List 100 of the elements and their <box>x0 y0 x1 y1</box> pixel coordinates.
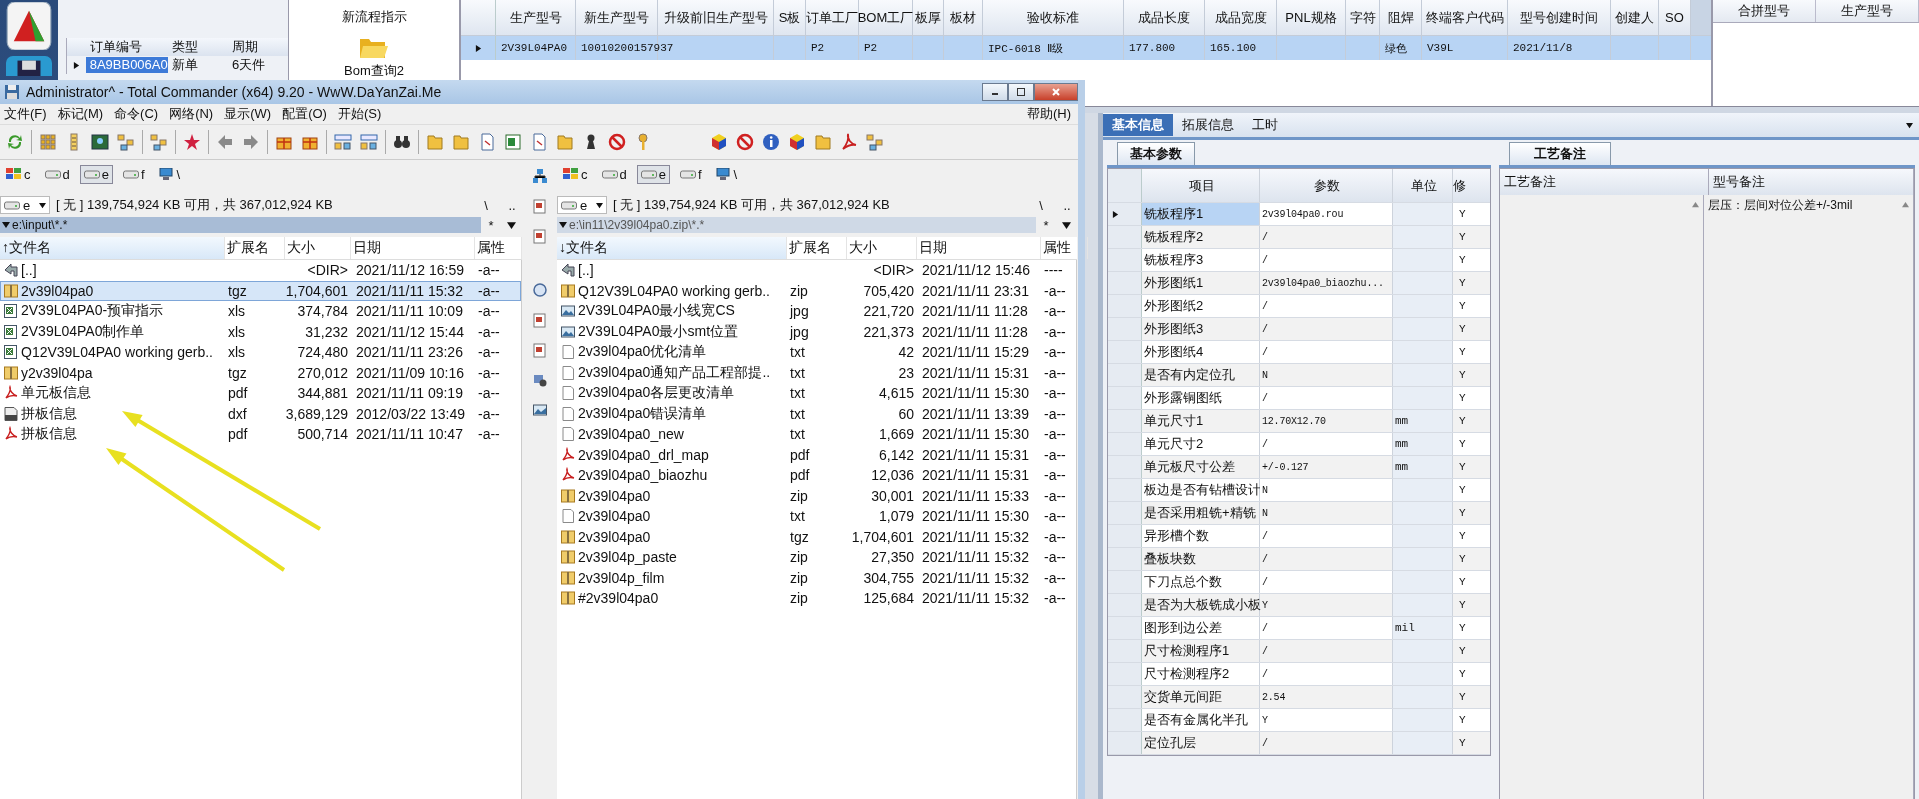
grid-row[interactable]: 2V39L04PA0 10010200157937 P2 P2 IPC-6018 Ⅱ级 177.800 165.100 绿色 V39L 2021/11/8 <box>461 35 1711 60</box>
column-header[interactable]: 参数 <box>1260 169 1393 202</box>
menu-item[interactable]: 文件(F) <box>0 105 54 123</box>
menu-item[interactable]: 网络(N) <box>165 105 221 123</box>
drive-button[interactable]: d <box>597 164 631 184</box>
parent-button[interactable]: .. <box>502 197 522 213</box>
column-header[interactable]: 工艺备注 <box>1500 169 1709 195</box>
document-icon[interactable] <box>531 228 548 244</box>
table-row[interactable]: 外形图纸2 / Y <box>1108 295 1490 318</box>
maximize-button[interactable] <box>1008 83 1034 101</box>
tab[interactable]: 工艺备注 <box>1509 142 1611 165</box>
table-row[interactable]: 板边是否有钻槽设计N Y <box>1108 479 1490 502</box>
table-row[interactable]: 铣板程序3 / Y <box>1108 249 1490 272</box>
drive-dropdown[interactable]: e <box>0 196 50 214</box>
file-row[interactable]: [..] <DIR> 2021/11/12 15:46 ---- <box>557 260 1076 281</box>
column-header[interactable]: 单位 <box>1393 169 1453 202</box>
file-row[interactable]: 2v39l04p_paste zip 27,350 2021/11/11 15:32 -a-- <box>557 547 1076 568</box>
file-row[interactable]: Q12V39L04PA0 working gerb.. xls 724,480 2021/11/11 23:26 -a-- <box>0 342 521 363</box>
drive-button[interactable]: e <box>79 164 113 184</box>
menu-item[interactable]: 标记(M) <box>53 105 111 123</box>
save-icon[interactable] <box>6 56 52 76</box>
file-row[interactable]: 拼板信息 pdf 500,714 2021/11/11 10:47 -a-- <box>0 424 521 445</box>
column-header[interactable]: ↑文件名 <box>0 237 225 259</box>
column-header[interactable]: 属性 <box>1041 237 1088 259</box>
root-button[interactable]: \ <box>1031 197 1051 213</box>
shortcut-button[interactable]: Bom查询2 <box>344 30 404 80</box>
column-header[interactable]: 类型 <box>168 39 228 55</box>
column-header[interactable]: 型号备注 <box>1709 169 1914 195</box>
table-row[interactable]: 异形槽个数 / Y <box>1108 525 1490 548</box>
file-row[interactable]: 2v39l04pa0 zip 30,001 2021/11/11 15:33 -a-- <box>557 485 1076 506</box>
table-row[interactable]: 是否为大板铣成小板Y Y <box>1108 594 1490 617</box>
tab[interactable]: 基本参数 <box>1117 142 1195 165</box>
table-row[interactable]: 外形露铜图纸 / Y <box>1108 387 1490 410</box>
minimize-button[interactable] <box>982 83 1008 101</box>
drive-button[interactable]: \ <box>711 164 742 184</box>
column-header[interactable]: 修 <box>1453 169 1489 202</box>
table-row[interactable]: 单元尺寸2 / mm Y <box>1108 433 1490 456</box>
drive-button[interactable]: f <box>675 164 706 184</box>
column-header[interactable]: ↓文件名 <box>557 237 787 259</box>
table-row[interactable]: 图形到边公差 / mil Y <box>1108 617 1490 640</box>
file-row[interactable]: 拼板信息 dxf 3,689,129 2012/03/22 13:49 -a-- <box>0 403 521 424</box>
column-header[interactable]: 日期 <box>917 237 1041 259</box>
table-row[interactable]: 是否采用粗铣+精铣 N Y <box>1108 502 1490 525</box>
file-row[interactable]: 单元板信息 pdf 344,881 2021/11/11 09:19 -a-- <box>0 383 521 404</box>
drive-button[interactable]: c <box>2 164 35 184</box>
column-header[interactable]: 大小 <box>847 237 917 259</box>
file-row[interactable]: 2v39l04pa0 txt 1,079 2021/11/11 15:30 -a-- <box>557 506 1076 527</box>
file-row[interactable]: 2v39l04pa0各层更改清单 txt 4,615 2021/11/11 15:30 -a-- <box>557 383 1076 404</box>
column-header[interactable]: 扩展名 <box>787 237 847 259</box>
file-row[interactable]: 2v39l04pa0错误清单 txt 60 2021/11/11 13:39 -a-- <box>557 403 1076 424</box>
document-icon[interactable] <box>531 342 548 358</box>
table-row[interactable]: 外形图纸1 2v39l04pa0_biaozhu... Y <box>1108 272 1490 295</box>
file-row[interactable]: 2v39l04pa0 tgz 1,704,601 2021/11/11 15:32 -a-- <box>557 526 1076 547</box>
file-row[interactable]: Q12V39L04PA0 working gerb.. zip 705,420 2021/11/11 23:31 -a-- <box>557 280 1076 301</box>
table-row[interactable]: 单元尺寸1 12.70X12.70 mm Y <box>1108 410 1490 433</box>
drive-button[interactable]: e <box>636 164 670 184</box>
table-row[interactable]: 是否有金属化半孔 Y Y <box>1108 709 1490 732</box>
column-header[interactable]: 属性 <box>475 237 522 259</box>
column-header[interactable]: 日期 <box>351 237 475 259</box>
image-icon[interactable] <box>531 402 548 418</box>
file-row[interactable]: 2v39l04pa0_biaozhu pdf 12,036 2021/11/11 15:31 -a-- <box>557 465 1076 486</box>
file-row[interactable]: 2v39l04pa0_drl_map pdf 6,142 2021/11/11 15:31 -a-- <box>557 444 1076 465</box>
drive-button[interactable]: d <box>40 164 74 184</box>
file-row[interactable]: 2V39L04PA0最小线宽CS jpg 221,720 2021/11/11 11:28 -a-- <box>557 301 1076 322</box>
tab[interactable]: 工时 <box>1243 114 1287 136</box>
table-row[interactable]: 是否有内定位孔 N Y <box>1108 364 1490 387</box>
table-row[interactable]: 外形图纸3 / Y <box>1108 318 1490 341</box>
root-button[interactable]: \ <box>476 197 496 213</box>
menu-item[interactable]: 开始(S) <box>333 105 389 123</box>
column-header[interactable]: 项目 <box>1142 169 1260 202</box>
file-row[interactable]: 2v39l04p_film zip 304,755 2021/11/11 15:32 -a-- <box>557 567 1076 588</box>
filter-button[interactable]: * <box>1036 217 1056 233</box>
column-header[interactable]: 合拼型号 <box>1713 0 1816 22</box>
drive-button[interactable]: f <box>118 164 149 184</box>
file-row[interactable]: #2v39l04pa0 zip 125,684 2021/11/11 15:32 -a-- <box>557 588 1076 609</box>
menu-item[interactable]: 命令(C) <box>110 105 166 123</box>
table-row[interactable]: 下刀点总个数 / Y <box>1108 571 1490 594</box>
file-row[interactable]: 2v39l04pa0优化清单 txt 42 2021/11/11 15:29 -a-- <box>557 342 1076 363</box>
column-header[interactable]: 大小 <box>285 237 351 259</box>
drive-button[interactable]: c <box>559 164 592 184</box>
table-row[interactable]: 尺寸检测程序2 / Y <box>1108 663 1490 686</box>
file-row[interactable]: [..] <DIR> 2021/11/12 16:59 -a-- <box>0 260 521 281</box>
tab[interactable]: 拓展信息 <box>1173 114 1243 136</box>
menu-item[interactable]: 配置(O) <box>278 105 334 123</box>
drive-dropdown[interactable]: e <box>557 196 607 214</box>
close-button[interactable] <box>1034 83 1078 101</box>
document-icon[interactable] <box>531 312 548 328</box>
parent-button[interactable]: .. <box>1057 197 1077 213</box>
selected-file-row[interactable]: 2v39l04pa0 tgz 1,704,601 2021/11/11 15:32 -a-- <box>0 280 521 301</box>
table-row[interactable]: 单元板尺寸公差 +/-0.127 mm Y <box>1108 456 1490 479</box>
file-row[interactable]: 2v39l04pa0_new txt 1,669 2021/11/11 15:30 -a-- <box>557 424 1076 445</box>
column-header[interactable]: 订单编号 <box>85 39 169 55</box>
file-row[interactable]: 2V39L04PA0-预审指示 xls 374,784 2021/11/11 10:09 -a-- <box>0 301 521 322</box>
filter-button[interactable]: * <box>481 217 501 233</box>
menu-item[interactable]: 帮助(H) <box>1022 105 1078 123</box>
file-row[interactable]: y2v39l04pa tgz 270,012 2021/11/09 10:16 -a-- <box>0 362 521 383</box>
table-row[interactable]: 定位孔层 / Y <box>1108 732 1490 755</box>
column-header[interactable]: 扩展名 <box>225 237 285 259</box>
table-row[interactable]: 铣板程序2 / Y <box>1108 226 1490 249</box>
document-icon[interactable] <box>531 198 548 214</box>
